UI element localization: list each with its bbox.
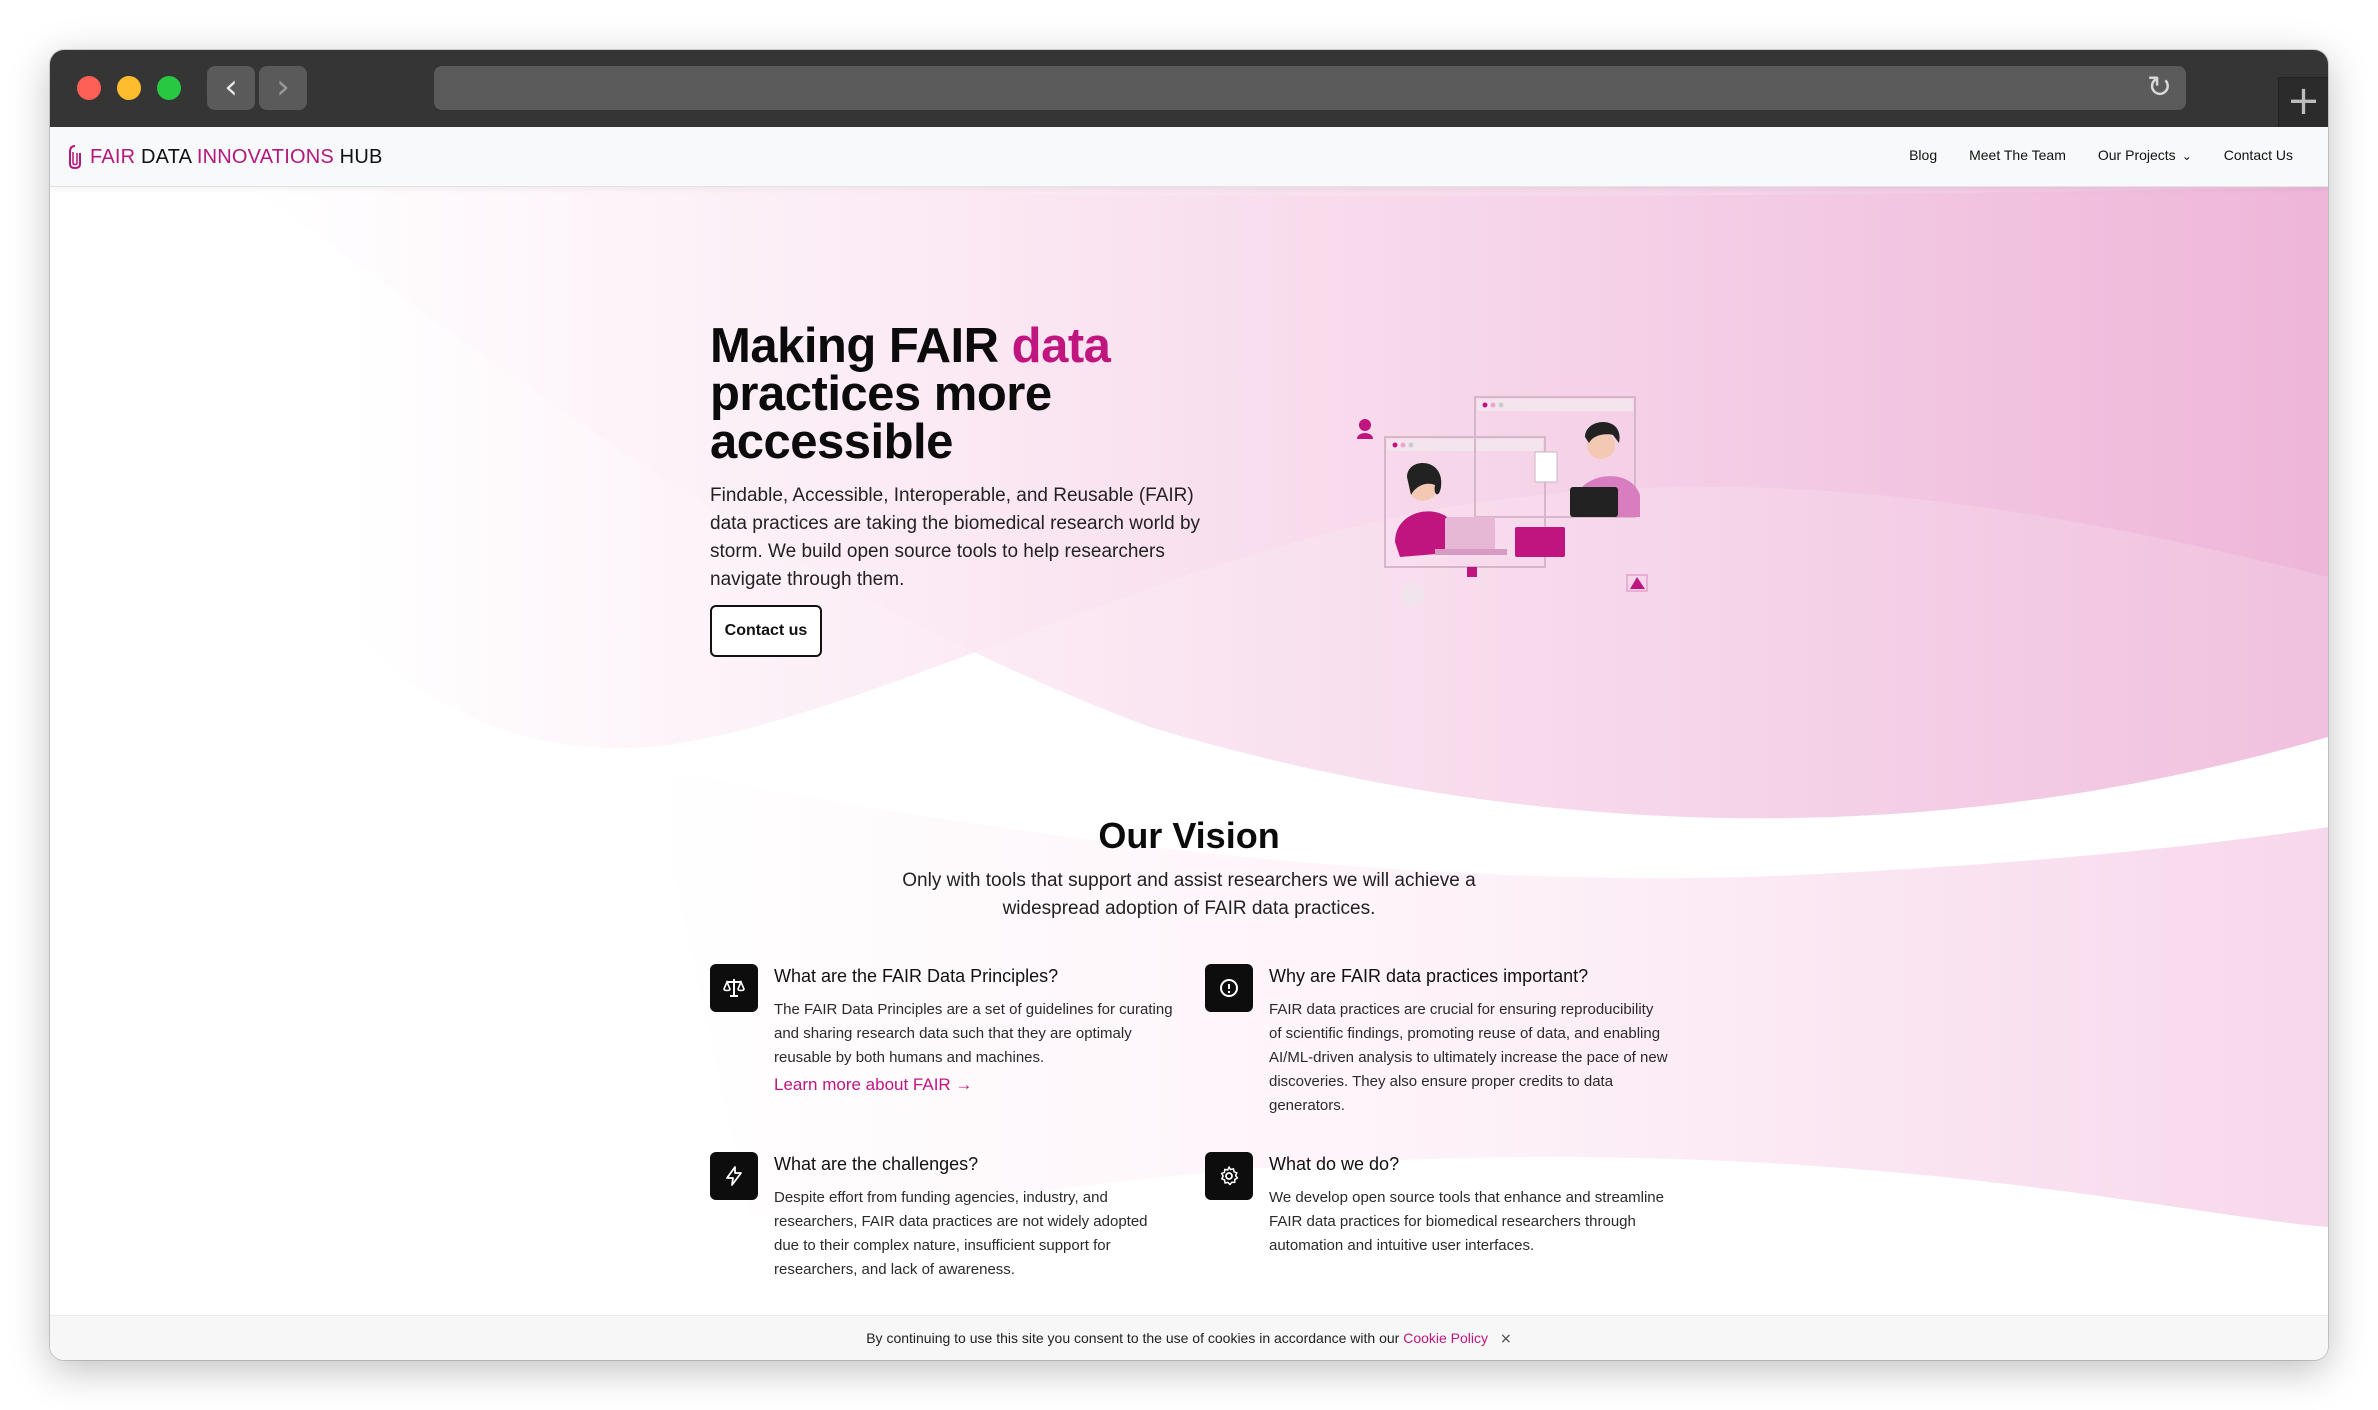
lightning-icon (710, 1152, 758, 1200)
paperclip-logo-icon (69, 145, 81, 170)
feature-body: FAIR data practices are crucial for ensu… (1269, 1001, 1668, 1114)
feature-title: What are the FAIR Data Principles? (774, 966, 1059, 986)
feature-title: What do we do? (1269, 1154, 1400, 1174)
hero-title-accent: data (1011, 319, 1111, 373)
reload-icon[interactable]: ↻ (2147, 70, 2172, 105)
browser-window: ‹ › ↻ + FAIR DATA INNOVATIONS HUB Blog M… (50, 50, 2328, 1360)
feature-title: What are the challenges? (774, 1154, 979, 1174)
nav-projects-dropdown[interactable]: Our Projects ⌄ (2098, 147, 2192, 163)
nav-projects-label: Our Projects (2097, 147, 2176, 163)
site-logo[interactable]: FAIR DATA INNOVATIONS HUB (68, 143, 383, 171)
logo-word-fair: FAIR (90, 145, 136, 168)
cookie-text: By continuing to use this site you conse… (866, 1330, 1404, 1346)
vision-subtitle: Only with tools that support and assist … (50, 867, 2328, 923)
logo-word-hub: HUB (339, 145, 383, 168)
logo-word-data: DATA (141, 145, 192, 168)
gear-icon (1205, 1152, 1253, 1200)
page-viewport: FAIR DATA INNOVATIONS HUB Blog Meet The … (50, 127, 2328, 1360)
site-header: FAIR DATA INNOVATIONS HUB Blog Meet The … (50, 127, 2328, 187)
hero-title-part2: practices more accessible (710, 367, 1052, 469)
feature-challenges: What are the challenges? Despite effort … (710, 1152, 1180, 1292)
nav-team-link[interactable]: Meet The Team (1969, 147, 2066, 163)
main-nav: Blog Meet The Team Our Projects ⌄ Contact… (1909, 147, 2293, 163)
minimize-window-button[interactable] (117, 76, 141, 100)
feature-fair-principles: What are the FAIR Data Principles? The F… (710, 964, 1180, 1104)
alert-circle-icon (1205, 964, 1253, 1012)
scale-icon (710, 964, 758, 1012)
hero-title-part1: Making FAIR (710, 319, 1012, 373)
learn-more-fair-link[interactable]: Learn more about FAIR → (774, 1075, 972, 1095)
feature-body: We develop open source tools that enhanc… (1269, 1189, 1664, 1254)
cookie-banner: By continuing to use this site you conse… (50, 1315, 2328, 1360)
cookie-policy-link[interactable]: Cookie Policy (1403, 1330, 1488, 1346)
nav-contact-link[interactable]: Contact Us (2224, 147, 2293, 163)
browser-toolbar: ‹ › ↻ + (50, 50, 2328, 127)
researchers-illustration (1357, 396, 1648, 607)
contact-us-button[interactable]: Contact us (710, 605, 822, 657)
vision-subtitle-line1: Only with tools that support and assist … (902, 870, 1476, 891)
feature-why-important: Why are FAIR data practices important? F… (1205, 964, 1675, 1114)
hero-background-wave (50, 127, 2328, 1360)
forward-button[interactable]: › (259, 66, 307, 110)
address-bar[interactable]: ↻ (434, 66, 2186, 110)
hero-description: Findable, Accessible, Interoperable, and… (710, 485, 1201, 590)
logo-text: FAIR DATA INNOVATIONS HUB (90, 146, 383, 169)
maximize-window-button[interactable] (157, 76, 181, 100)
nav-blog-link[interactable]: Blog (1909, 147, 1937, 163)
hero-title: Making FAIR data practices more accessibl… (710, 319, 1230, 469)
back-button[interactable]: ‹ (207, 66, 255, 110)
vision-title: Our Vision (1098, 815, 1280, 856)
logo-word-innovations: INNOVATIONS (196, 145, 334, 168)
feature-body: The FAIR Data Principles are a set of gu… (774, 1001, 1173, 1066)
vision-subtitle-line2: widespread adoption of FAIR data practic… (1002, 898, 1376, 919)
chevron-down-icon: ⌄ (2181, 149, 2192, 163)
feature-what-we-do: What do we do? We develop open source to… (1205, 1152, 1675, 1292)
feature-body: Despite effort from funding agencies, in… (774, 1189, 1148, 1278)
new-tab-button[interactable]: + (2278, 77, 2328, 127)
close-icon[interactable]: × (1500, 1331, 1512, 1347)
close-window-button[interactable] (77, 76, 101, 100)
feature-title: Why are FAIR data practices important? (1269, 966, 1589, 986)
